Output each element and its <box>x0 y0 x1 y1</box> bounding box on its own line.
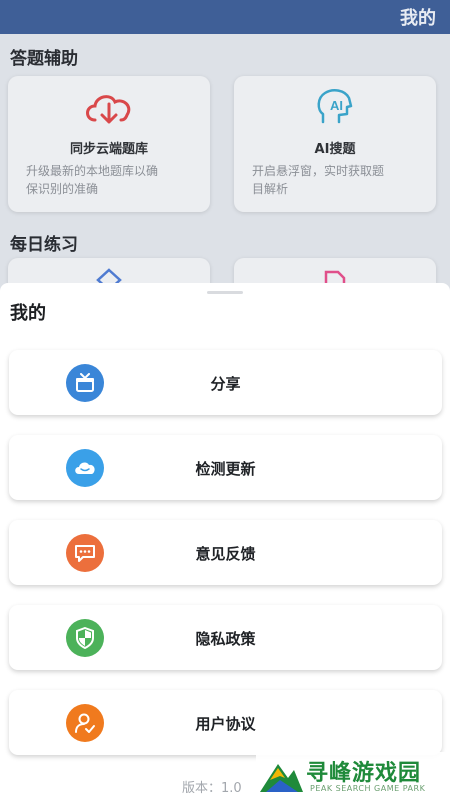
menu-item-feedback[interactable]: 意见反馈 <box>9 520 442 585</box>
card-ai-search[interactable]: AI AI搜题 开启悬浮窗，实时获取题 目解析 <box>234 76 436 212</box>
watermark-title: 寻峰游戏园 <box>306 761 422 786</box>
card-desc-line: 升级最新的本地题库以确 <box>26 164 159 178</box>
section-title-answer-help: 答题辅助 <box>10 49 78 69</box>
menu-item-check-update[interactable]: 检测更新 <box>9 435 442 500</box>
mountain-logo-icon <box>260 764 303 792</box>
sheet-title: 我的 <box>10 303 46 324</box>
card-desc-line: 保识别的准确 <box>26 182 99 196</box>
sheet-drag-handle[interactable] <box>207 291 243 294</box>
menu-item-label: 用户协议 <box>195 715 256 733</box>
card-title: AI搜题 <box>314 142 356 157</box>
menu-item-privacy-policy[interactable]: 隐私政策 <box>9 605 442 670</box>
menu-item-label: 意见反馈 <box>195 545 256 563</box>
top-bar: 我的 <box>0 0 450 34</box>
menu-item-share[interactable]: 分享 <box>9 350 442 415</box>
bottom-sheet: 我的 分享 检测更新 意见反馈 隐私政策 用户协议 版本：1.0 <box>0 283 450 800</box>
menu-item-label: 检测更新 <box>195 460 256 478</box>
card-desc-line: 目解析 <box>252 182 289 196</box>
card-title: 同步云端题库 <box>69 142 148 157</box>
menu-item-user-agreement[interactable]: 用户协议 <box>9 690 442 755</box>
watermark-subtitle: PEAK SEARCH GAME PARK <box>310 784 426 793</box>
card-desc-line: 开启悬浮窗，实时获取题 <box>252 164 385 178</box>
card-sync-cloud-bank[interactable]: 同步云端题库 升级最新的本地题库以确 保识别的准确 <box>8 76 210 212</box>
section-title-daily-practice: 每日练习 <box>10 235 78 255</box>
card-desc: 升级最新的本地题库以确 保识别的准确 <box>26 162 158 198</box>
version-text: 版本：1.0 <box>182 781 242 796</box>
watermark: 寻峰游戏园 PEAK SEARCH GAME PARK <box>256 752 450 800</box>
page-title: 我的 <box>400 8 436 29</box>
card-desc: 开启悬浮窗，实时获取题 目解析 <box>252 162 384 198</box>
ai-head-icon: AI <box>317 89 353 124</box>
svg-text:AI: AI <box>330 98 343 113</box>
menu-item-label: 隐私政策 <box>195 630 256 648</box>
cloud-download-icon <box>86 95 131 124</box>
menu-item-label: 分享 <box>210 375 241 393</box>
